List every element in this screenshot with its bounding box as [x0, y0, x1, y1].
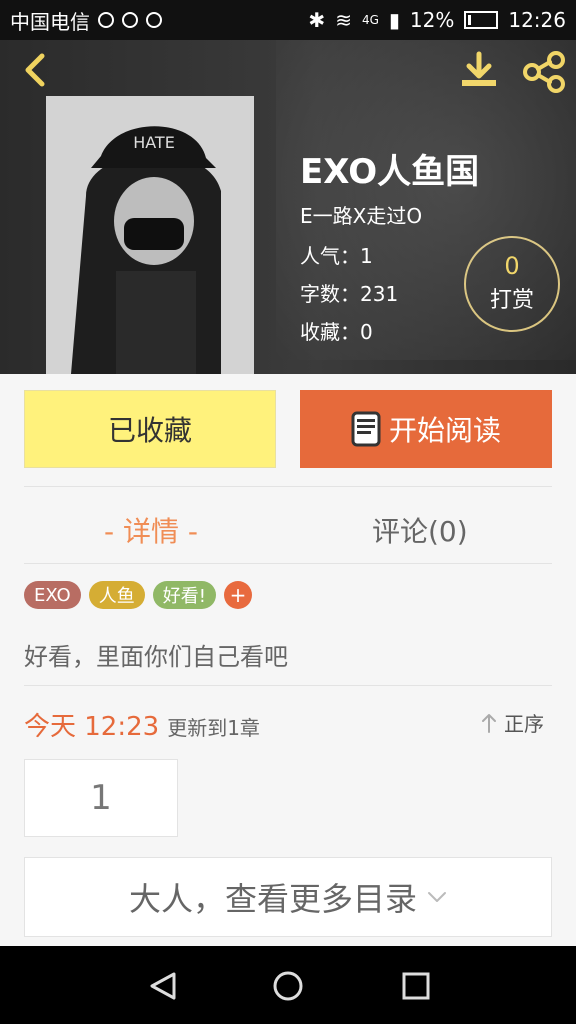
carrier-label: 中国电信	[10, 9, 90, 34]
tab-details[interactable]: - 详情 -	[104, 510, 198, 550]
tip-button[interactable]: 0 打赏	[464, 236, 560, 332]
book-author[interactable]: E一路X走过O	[300, 200, 422, 229]
favorites-stat: 收藏：0	[300, 320, 373, 344]
tag-exo[interactable]: EXO	[24, 581, 81, 609]
word-count-stat: 字数：231	[300, 282, 399, 306]
tab-comments[interactable]: 评论(0)	[372, 510, 468, 550]
chapter-number: 1	[90, 778, 112, 818]
signal-icon: ▮	[388, 8, 400, 32]
download-icon[interactable]	[456, 48, 502, 94]
back-arrow-icon[interactable]	[16, 50, 56, 90]
cover-cap-text: HATE	[133, 133, 175, 152]
system-nav-bar	[0, 946, 576, 1024]
book-header: HATE EXO人鱼国 E一路X走过O 人气：1 字数：231 收藏：0 0 打…	[0, 40, 576, 374]
sort-label: 正序	[504, 712, 544, 736]
clock: 12:26	[508, 8, 566, 32]
book-cover-image: HATE	[46, 96, 254, 374]
arrow-up-icon	[482, 713, 496, 733]
status-right: ✱ ≋ 4G ▮ 12% 12:26	[308, 0, 566, 40]
collected-label: 已收藏	[107, 414, 192, 447]
nav-recent-apps-icon[interactable]	[400, 970, 432, 1002]
book-icon	[351, 411, 381, 447]
share-icon[interactable]	[520, 50, 568, 94]
divider	[24, 685, 552, 686]
network-type: 4G	[361, 13, 379, 27]
nav-home-icon[interactable]	[270, 968, 306, 1004]
tag-mermaid[interactable]: 人鱼	[88, 581, 145, 609]
battery-icon	[464, 11, 499, 29]
popularity-stat: 人气：1	[300, 244, 373, 268]
notification-icon	[122, 12, 138, 28]
collected-button[interactable]: 已收藏	[24, 390, 276, 468]
start-reading-button[interactable]: 开始阅读	[300, 390, 552, 468]
start-reading-label: 开始阅读	[388, 414, 501, 447]
wifi-icon: ≋	[335, 8, 352, 32]
update-text: 更新到1章	[167, 716, 260, 740]
update-info: 今天 12:23 更新到1章	[24, 706, 260, 743]
tip-label: 打赏	[489, 288, 534, 313]
add-tag-button[interactable]: +	[223, 581, 252, 609]
divider	[24, 486, 552, 487]
book-description: 好看，里面你们自己看吧	[24, 643, 288, 671]
status-left: 中国电信	[10, 0, 162, 40]
update-date: 今天 12:23	[24, 712, 160, 742]
chapter-item[interactable]: 1	[24, 759, 178, 837]
divider	[24, 563, 552, 564]
more-chapters-label: 大人，查看更多目录	[128, 880, 417, 918]
tip-count: 0	[504, 252, 520, 280]
status-bar: 中国电信 ✱ ≋ 4G ▮ 12% 12:26	[0, 0, 576, 40]
notification-icon	[146, 12, 162, 28]
chevron-down-icon	[428, 892, 446, 902]
nav-back-icon[interactable]	[144, 968, 180, 1004]
bluetooth-icon: ✱	[308, 8, 326, 32]
book-title: EXO人鱼国	[300, 152, 480, 192]
sort-toggle[interactable]: 正序	[480, 708, 544, 737]
tag-good[interactable]: 好看!	[152, 581, 216, 609]
notification-icon	[98, 12, 114, 28]
battery-percent: 12%	[409, 8, 455, 32]
tag-list: EXO 人鱼 好看! +	[24, 581, 252, 609]
more-chapters-button[interactable]: 大人，查看更多目录	[24, 857, 552, 937]
